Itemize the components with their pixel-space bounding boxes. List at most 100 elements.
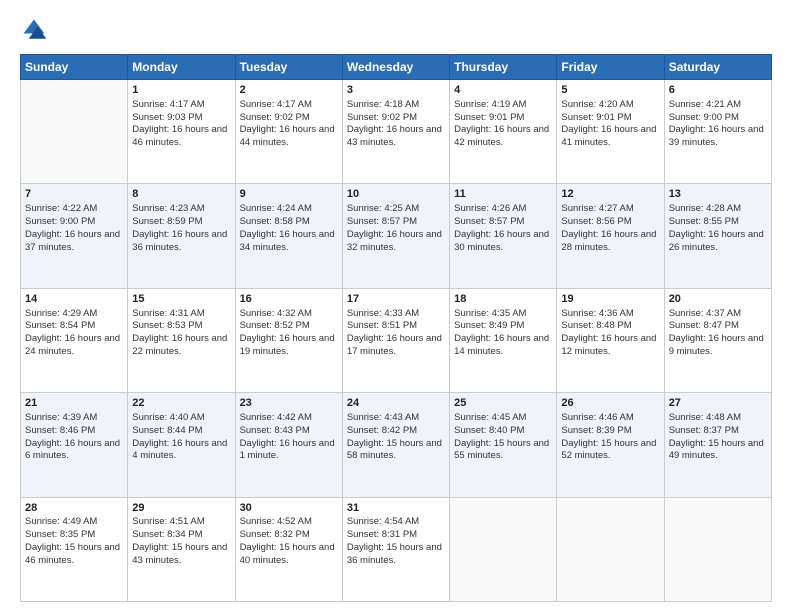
day-number: 20 [669,292,767,307]
day-number: 22 [132,396,230,411]
day-of-week-header: Saturday [664,55,771,80]
sunset-text: Sunset: 8:43 PM [240,425,310,436]
sunset-text: Sunset: 8:32 PM [240,529,310,540]
sunset-text: Sunset: 8:55 PM [669,216,739,227]
sunrise-text: Sunrise: 4:17 AM [132,99,204,110]
sunset-text: Sunset: 8:59 PM [132,216,202,227]
day-of-week-header: Sunday [21,55,128,80]
sunset-text: Sunset: 8:47 PM [669,320,739,331]
sunrise-text: Sunrise: 4:31 AM [132,308,204,319]
sunset-text: Sunset: 9:02 PM [347,112,417,123]
day-number: 27 [669,396,767,411]
sunset-text: Sunset: 8:44 PM [132,425,202,436]
sunset-text: Sunset: 9:02 PM [240,112,310,123]
sunrise-text: Sunrise: 4:28 AM [669,203,741,214]
sunset-text: Sunset: 8:37 PM [669,425,739,436]
sunrise-text: Sunrise: 4:21 AM [669,99,741,110]
daylight-text: Daylight: 16 hours and 4 minutes. [132,438,227,462]
daylight-text: Daylight: 16 hours and 6 minutes. [25,438,120,462]
calendar-week-row: 1Sunrise: 4:17 AMSunset: 9:03 PMDaylight… [21,80,772,184]
daylight-text: Daylight: 16 hours and 36 minutes. [132,229,227,253]
daylight-text: Daylight: 15 hours and 49 minutes. [669,438,764,462]
calendar-cell: 6Sunrise: 4:21 AMSunset: 9:00 PMDaylight… [664,80,771,184]
day-number: 13 [669,187,767,202]
daylight-text: Daylight: 16 hours and 14 minutes. [454,333,549,357]
daylight-text: Daylight: 16 hours and 34 minutes. [240,229,335,253]
daylight-text: Daylight: 16 hours and 22 minutes. [132,333,227,357]
calendar-cell: 18Sunrise: 4:35 AMSunset: 8:49 PM Dayligh… [450,288,557,392]
sunset-text: Sunset: 9:01 PM [454,112,524,123]
calendar-week-row: 28Sunrise: 4:49 AMSunset: 8:35 PMDayligh… [21,497,772,601]
daylight-text: Daylight: 15 hours and 58 minutes. [347,438,442,462]
sunrise-text: Sunrise: 4:54 AM [347,516,419,527]
calendar-cell: 11Sunrise: 4:26 AMSunset: 8:57 PMDayligh… [450,184,557,288]
sunrise-text: Sunrise: 4:19 AM [454,99,526,110]
calendar-cell: 12Sunrise: 4:27 AMSunset: 8:56 PMDayligh… [557,184,664,288]
calendar-cell: 27Sunrise: 4:48 AMSunset: 8:37 PMDayligh… [664,393,771,497]
calendar-cell: 10Sunrise: 4:25 AMSunset: 8:57 PMDayligh… [342,184,449,288]
calendar-cell: 15Sunrise: 4:31 AMSunset: 8:53 PMDayligh… [128,288,235,392]
day-number: 23 [240,396,338,411]
daylight-text: Daylight: 16 hours and 9 minutes. [669,333,764,357]
calendar-cell: 26Sunrise: 4:46 AMSunset: 8:39 PMDayligh… [557,393,664,497]
daylight-text: Daylight: 16 hours and 12 minutes. [561,333,656,357]
sunset-text: Sunset: 8:42 PM [347,425,417,436]
day-number: 28 [25,501,123,516]
sunrise-text: Sunrise: 4:39 AM [25,412,97,423]
daylight-text: Daylight: 16 hours and 26 minutes. [669,229,764,253]
calendar-cell: 21Sunrise: 4:39 AM Sunset: 8:46 PM Dayligh… [21,393,128,497]
sunset-text: Sunset: 9:01 PM [561,112,631,123]
sunrise-text: Sunrise: 4:35 AM [454,308,526,319]
sunset-text: Sunset: 9:00 PM [669,112,739,123]
sunrise-text: Sunrise: 4:40 AM [132,412,204,423]
day-number: 4 [454,83,552,98]
sunrise-text: Sunrise: 4:33 AM [347,308,419,319]
daylight-text: Daylight: 16 hours and 17 minutes. [347,333,442,357]
calendar-cell: 25Sunrise: 4:45 AMSunset: 8:40 PMDayligh… [450,393,557,497]
day-number: 9 [240,187,338,202]
sunrise-text: Sunrise: 4:20 AM [561,99,633,110]
calendar-week-row: 14Sunrise: 4:29 AMSunset: 8:54 PMDayligh… [21,288,772,392]
sunrise-text: Sunrise: 4:49 AM [25,516,97,527]
sunset-text: Sunset: 8:34 PM [132,529,202,540]
calendar-cell [557,497,664,601]
calendar-cell: 17Sunrise: 4:33 AMSunset: 8:51 PMDayligh… [342,288,449,392]
day-number: 21 [25,396,123,411]
daylight-text: Daylight: 15 hours and 36 minutes. [347,542,442,566]
calendar-cell: 16Sunrise: 4:32 AMSunset: 8:52 PMDayligh… [235,288,342,392]
day-number: 10 [347,187,445,202]
sunrise-text: Sunrise: 4:32 AM [240,308,312,319]
calendar-cell: 13Sunrise: 4:28 AM Sunset: 8:55 PM Dayligh… [664,184,771,288]
logo [20,16,52,44]
calendar-cell: 14Sunrise: 4:29 AMSunset: 8:54 PMDayligh… [21,288,128,392]
day-number: 19 [561,292,659,307]
day-number: 18 [454,292,552,307]
sunrise-text: Sunrise: 4:46 AM [561,412,633,423]
sunset-text: Sunset: 8:53 PM [132,320,202,331]
calendar-header-row: SundayMondayTuesdayWednesdayThursdayFrid… [21,55,772,80]
calendar-cell: 28Sunrise: 4:49 AMSunset: 8:35 PMDayligh… [21,497,128,601]
calendar-week-row: 21Sunrise: 4:39 AM Sunset: 8:46 PM Dayligh… [21,393,772,497]
sunset-text: Sunset: 8:31 PM [347,529,417,540]
sunset-text: Sunset: 8:49 PM [454,320,524,331]
day-number: 1 [132,83,230,98]
sunrise-text: Sunrise: 4:43 AM [347,412,419,423]
daylight-text: Daylight: 16 hours and 19 minutes. [240,333,335,357]
sunrise-text: Sunrise: 4:27 AM [561,203,633,214]
calendar-cell: 8Sunrise: 4:23 AMSunset: 8:59 PMDaylight… [128,184,235,288]
sunrise-text: Sunrise: 4:52 AM [240,516,312,527]
sunrise-text: Sunrise: 4:18 AM [347,99,419,110]
daylight-text: Daylight: 16 hours and 39 minutes. [669,124,764,148]
daylight-text: Daylight: 15 hours and 52 minutes. [561,438,656,462]
day-of-week-header: Wednesday [342,55,449,80]
daylight-text: Daylight: 15 hours and 46 minutes. [25,542,120,566]
calendar-week-row: 7Sunrise: 4:22 AMSunset: 9:00 PMDaylight… [21,184,772,288]
day-number: 29 [132,501,230,516]
header [20,16,772,44]
day-number: 17 [347,292,445,307]
sunset-text: Sunset: 8:48 PM [561,320,631,331]
sunset-text: Sunset: 8:46 PM [25,425,95,436]
calendar-cell: 3Sunrise: 4:18 AMSunset: 9:02 PMDaylight… [342,80,449,184]
daylight-text: Daylight: 15 hours and 43 minutes. [132,542,227,566]
sunset-text: Sunset: 8:54 PM [25,320,95,331]
